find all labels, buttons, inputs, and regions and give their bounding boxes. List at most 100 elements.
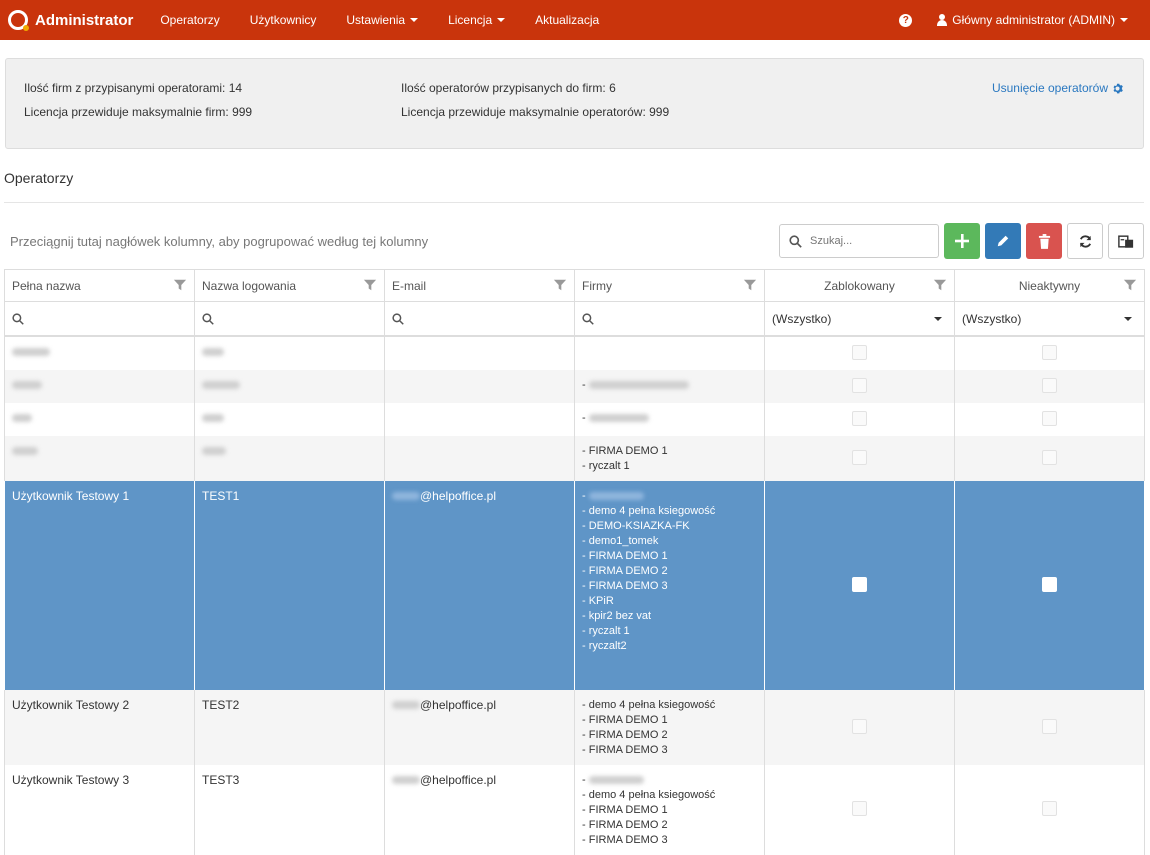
cell-firms[interactable] (574, 335, 765, 370)
nav-item-settings[interactable]: Ustawienia (331, 0, 433, 40)
cell-firms[interactable]: - (574, 369, 765, 403)
filter-cell-full-name[interactable] (4, 301, 195, 337)
firm-item: - FIRMA DEMO 2 (582, 818, 668, 831)
blocked-checkbox[interactable] (852, 801, 867, 816)
cell-login[interactable]: TEST1 (194, 480, 385, 690)
cell-email[interactable]: @helpoffice.pl (384, 764, 575, 855)
remove-operators-link[interactable]: Usunięcie operatorów (992, 81, 1123, 95)
inactive-checkbox[interactable] (1042, 801, 1057, 816)
table-row[interactable]: Użytkownik Testowy 3 TEST3 @helpoffice.pl -… (4, 764, 1145, 855)
inactive-checkbox[interactable] (1042, 344, 1057, 360)
cell-login-text: TEST2 (202, 697, 240, 712)
cell-login[interactable] (194, 435, 385, 481)
cell-full-name[interactable]: Użytkownik Testowy 3 (4, 764, 195, 855)
column-header-email[interactable]: E-mail (384, 269, 575, 302)
brand[interactable]: Administrator (0, 10, 133, 31)
cell-firms[interactable]: - FIRMA DEMO 1 - ryczalt 1 (574, 435, 765, 481)
inactive-checkbox[interactable] (1042, 410, 1057, 426)
cell-email[interactable] (384, 369, 575, 403)
logo-icon (8, 10, 29, 31)
cell-login[interactable]: TEST3 (194, 764, 385, 855)
filter-icon[interactable] (363, 278, 377, 292)
cell-email[interactable] (384, 335, 575, 370)
blocked-checkbox[interactable] (852, 718, 867, 734)
cell-full-name[interactable]: Użytkownik Testowy 1 (4, 480, 195, 690)
add-operator-button[interactable] (944, 223, 980, 259)
nav-item-operators[interactable]: Operatorzy (145, 0, 234, 40)
firm-item: - FIRMA DEMO 2 (582, 564, 668, 577)
cell-full-name[interactable] (4, 435, 195, 481)
cell-login[interactable] (194, 402, 385, 436)
column-header-firms[interactable]: Firmy (574, 269, 765, 302)
filter-cell-login[interactable] (194, 301, 385, 337)
filter-icon[interactable] (933, 278, 947, 292)
divider (4, 202, 1144, 203)
inactive-checkbox[interactable] (1042, 576, 1057, 592)
blocked-checkbox[interactable] (852, 449, 867, 465)
cell-firms[interactable]: - demo 4 pełna ksiegowość - FIRMA DEMO 1 -… (574, 689, 765, 765)
search-box[interactable] (779, 224, 939, 258)
table-row[interactable]: Użytkownik Testowy 1 TEST1 @helpoffice.pl -… (4, 480, 1145, 690)
table-row[interactable]: - (4, 369, 1145, 403)
filter-icon[interactable] (743, 278, 757, 292)
search-input[interactable] (808, 234, 928, 248)
group-by-drop-area[interactable]: Przeciągnij tutaj nagłówek kolumny, aby … (10, 234, 428, 249)
cell-full-name[interactable] (4, 369, 195, 403)
inactive-checkbox[interactable] (1042, 449, 1057, 465)
firm-item: - demo1_tomek (582, 534, 659, 547)
help-icon[interactable]: ? (899, 13, 913, 27)
filter-select-blocked[interactable]: (Wszystko) (764, 301, 955, 337)
operators-assigned-count: Ilość operatorów przypisanych do firm: 6 (401, 81, 616, 95)
firm-item: - demo 4 pełna ksiegowość (582, 504, 716, 517)
delete-operator-button[interactable] (1026, 223, 1062, 259)
firm-item: - FIRMA DEMO 2 (582, 728, 668, 741)
cell-login[interactable]: TEST2 (194, 689, 385, 765)
cell-firms[interactable]: - (574, 402, 765, 436)
table-row[interactable] (4, 335, 1145, 370)
operators-grid: Pełna nazwa Nazwa logowania E-mail Firmy… (4, 269, 1145, 855)
table-row[interactable]: - (4, 402, 1145, 436)
cell-login-text: TEST1 (202, 488, 240, 503)
column-header-inactive[interactable]: Nieaktywny (954, 269, 1145, 302)
column-header-blocked[interactable]: Zablokowany (764, 269, 955, 302)
cell-firms[interactable]: - - demo 4 pełna ksiegowość - DEMO-KSIAZK… (574, 480, 765, 690)
filter-icon[interactable] (553, 278, 567, 292)
filter-icon[interactable] (173, 278, 187, 292)
cell-email[interactable] (384, 402, 575, 436)
table-row[interactable]: - FIRMA DEMO 1 - ryczalt 1 (4, 435, 1145, 481)
filter-select-inactive[interactable]: (Wszystko) (954, 301, 1145, 337)
firm-item: - FIRMA DEMO 1 (582, 549, 668, 562)
user-menu[interactable]: Główny administrator (ADMIN) (936, 13, 1150, 27)
blocked-checkbox[interactable] (852, 576, 867, 592)
cell-email[interactable] (384, 435, 575, 481)
blocked-checkbox[interactable] (852, 344, 867, 360)
column-header-login[interactable]: Nazwa logowania (194, 269, 385, 302)
cell-full-name[interactable] (4, 402, 195, 436)
filter-cell-email[interactable] (384, 301, 575, 337)
table-row[interactable]: Użytkownik Testowy 2 TEST2 @helpoffice.pl -… (4, 689, 1145, 765)
inactive-checkbox[interactable] (1042, 718, 1057, 734)
nav-item-users[interactable]: Użytkownicy (235, 0, 332, 40)
nav-item-license[interactable]: Licencja (433, 0, 520, 40)
column-header-full-name[interactable]: Pełna nazwa (4, 269, 195, 302)
user-icon (936, 14, 948, 26)
refresh-button[interactable] (1067, 223, 1103, 259)
cell-login[interactable] (194, 369, 385, 403)
edit-operator-button[interactable] (985, 223, 1021, 259)
firm-item: - FIRMA DEMO 1 (582, 444, 668, 457)
cell-full-name[interactable] (4, 335, 195, 370)
blocked-checkbox[interactable] (852, 410, 867, 426)
filter-cell-firms[interactable] (574, 301, 765, 337)
cell-full-name[interactable]: Użytkownik Testowy 2 (4, 689, 195, 765)
cell-login[interactable] (194, 335, 385, 370)
filter-icon[interactable] (1123, 278, 1137, 292)
blocked-checkbox[interactable] (852, 377, 867, 393)
cell-email[interactable]: @helpoffice.pl (384, 689, 575, 765)
export-button[interactable] (1108, 223, 1144, 259)
cell-firms[interactable]: - - demo 4 pełna ksiegowość - FIRMA DEMO … (574, 764, 765, 855)
nav-item-update[interactable]: Aktualizacja (520, 0, 614, 40)
pencil-icon (997, 235, 1009, 247)
cell-email[interactable]: @helpoffice.pl (384, 480, 575, 690)
redacted-text (202, 414, 224, 423)
inactive-checkbox[interactable] (1042, 377, 1057, 393)
